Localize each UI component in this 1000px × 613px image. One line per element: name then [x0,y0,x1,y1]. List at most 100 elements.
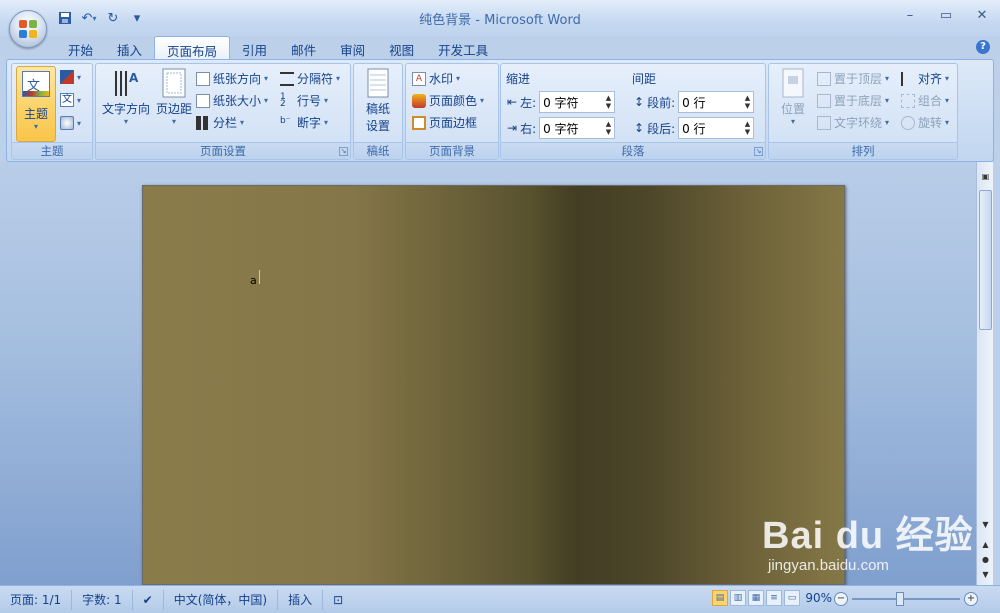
zoom-in-icon[interactable]: + [964,592,978,606]
office-button[interactable] [9,10,47,48]
themes-button[interactable]: 文 主题 ▾ [16,66,56,142]
maximize-icon[interactable]: ▭ [938,8,954,23]
send-to-back-button[interactable]: 置于底层 ▾ [817,92,889,109]
tab-references[interactable]: 引用 [230,36,279,60]
zoom-slider[interactable] [852,592,960,606]
outline-icon[interactable]: ≡ [766,590,782,606]
help-icon[interactable]: ? [976,40,990,54]
group-objects-button[interactable]: 组合 ▾ [901,92,949,109]
indent-left-field: ⇤ 左: 0 字符 ▲ ▼ [507,91,616,113]
tab-view[interactable]: 视图 [377,36,426,60]
text-direction-button[interactable]: A 文字方向 ▾ [100,68,152,126]
group-themes: 文 主题 ▾ ▾ 文 ▾ ▾ 主题 [11,63,93,160]
text-direction-label: 文字方向 [101,102,150,116]
bring-to-front-button[interactable]: 置于顶层 ▾ [817,70,889,87]
vertical-scrollbar[interactable]: ▣ ▼ ▲ ● ▼ [976,162,993,585]
group-label-themes: 主题 [12,142,92,159]
spin-arrows-icon[interactable]: ▲ ▼ [745,94,750,110]
bring-to-front-label: 置于顶层 [834,72,883,86]
breaks-icon [280,71,294,86]
group-label-page-background: 页面背景 [406,142,498,159]
tab-mailings[interactable]: 邮件 [279,36,328,60]
draft-icon[interactable]: ▭ [784,590,800,606]
theme-effects-button[interactable]: ▾ [60,116,81,130]
tab-insert[interactable]: 插入 [105,36,154,60]
proofing-icon[interactable]: ✔ [133,589,164,610]
orientation-button[interactable]: 纸张方向 ▾ [196,70,268,87]
margins-button[interactable]: 页边距 ▾ [154,68,194,126]
size-button[interactable]: 纸张大小 ▾ [196,92,268,109]
tab-review[interactable]: 审阅 [328,36,377,60]
web-layout-icon[interactable]: ▦ [748,590,764,606]
spin-arrows-icon[interactable]: ▲ ▼ [606,120,611,136]
minimize-icon[interactable]: – [902,8,918,23]
previous-page-icon[interactable]: ▲ [978,538,993,552]
document-text[interactable]: a [250,274,257,287]
scrollbar-thumb[interactable] [979,190,992,330]
position-button[interactable]: 位置 ▾ [773,68,813,126]
print-layout-icon[interactable]: ▤ [712,590,728,606]
tab-page-layout[interactable]: 页面布局 [154,36,231,60]
next-page-icon[interactable]: ▼ [978,568,993,582]
orientation-label: 纸张方向 [213,72,262,86]
indent-right-label: 右: [520,121,537,136]
indent-left-icon: ⇤ [507,95,518,109]
spacing-after-value: 0 行 [682,121,706,136]
align-button[interactable]: 对齐 ▾ [901,70,949,87]
insert-mode[interactable]: 插入 [278,589,324,610]
tab-home[interactable]: 开始 [56,36,105,60]
zoom-level[interactable]: 90% [805,591,832,605]
page-borders-icon [412,115,426,130]
watermark-button[interactable]: A 水印 ▾ [412,70,460,87]
dialog-launcher-icon[interactable]: ↘ [754,147,763,156]
scroll-down-icon[interactable]: ▼ [978,518,993,532]
tab-developer[interactable]: 开发工具 [426,36,500,60]
indent-left-input[interactable]: 0 字符 ▲ ▼ [539,91,616,113]
spacing-before-input[interactable]: 0 行 ▲ ▼ [678,91,755,113]
spin-arrows-icon[interactable]: ▲ ▼ [745,120,750,136]
theme-colors-button[interactable]: ▾ [60,70,81,84]
watermark-icon: A [412,71,426,86]
baidu-watermark: Bai du 经验 jingyan.baidu.com [762,504,974,574]
send-to-back-label: 置于底层 [834,94,883,108]
indent-right-input[interactable]: 0 字符 ▲ ▼ [539,117,616,139]
columns-label: 分栏 [213,116,238,130]
spacing-after-icon: ↕ [634,121,645,135]
text-direction-icon: A [112,68,140,98]
indent-right-value: 0 字符 [543,121,579,136]
hyphenation-button[interactable]: b⁻ 断字 ▾ [280,114,328,131]
theme-fonts-button[interactable]: 文 ▾ [60,93,81,107]
columns-button[interactable]: 分栏 ▾ [196,114,244,131]
zoom-out-icon[interactable]: − [834,592,848,606]
close-icon[interactable]: ✕ [974,8,990,23]
page-count[interactable]: 页面: 1/1 [0,589,73,610]
text-wrap-label: 文字环绕 [834,116,883,130]
page-borders-button[interactable]: 页面边框 [412,114,477,131]
ruler-toggle-icon[interactable]: ▣ [978,170,993,184]
full-screen-reading-icon[interactable]: ▥ [730,590,746,606]
browse-object-icon[interactable]: ● [978,553,993,567]
page-color-button[interactable]: 页面颜色 ▾ [412,92,484,109]
spacing-after-input[interactable]: 0 行 ▲ ▼ [678,117,755,139]
language-indicator[interactable]: 中文(简体，中国) [164,589,279,610]
word-count[interactable]: 字数: 1 [72,589,133,610]
indent-right-field: ⇥ 右: 0 字符 ▲ ▼ [507,117,616,139]
window-title: 纯色背景 - Microsoft Word [419,13,581,28]
page-color-label: 页面颜色 [429,94,478,108]
theme-colors-icon [60,70,74,84]
line-numbers-button[interactable]: 12 行号 ▾ [280,92,328,109]
text-wrap-button[interactable]: 文字环绕 ▾ [817,114,889,131]
columns-icon [196,115,210,130]
document-page[interactable]: a [142,185,845,585]
macro-record-icon[interactable]: ⊡ [323,590,353,610]
rotate-icon [901,115,915,130]
breaks-button[interactable]: 分隔符 ▾ [280,70,340,87]
send-to-back-icon [817,93,831,108]
watermark-sub-text: jingyan.baidu.com [768,557,889,574]
zoom-slider-thumb[interactable] [896,592,904,606]
group-arrange: 位置 ▾ 置于顶层 ▾ 置于底层 ▾ 文字环绕 ▾ 对齐 ▾ 组合 ▾ 旋转 ▾ 排列 [768,63,958,160]
draft-paper-button[interactable]: 稿纸 设置 [358,68,398,134]
rotate-button[interactable]: 旋转 ▾ [901,114,949,131]
spin-arrows-icon[interactable]: ▲ ▼ [606,94,611,110]
dialog-launcher-icon[interactable]: ↘ [339,147,348,156]
